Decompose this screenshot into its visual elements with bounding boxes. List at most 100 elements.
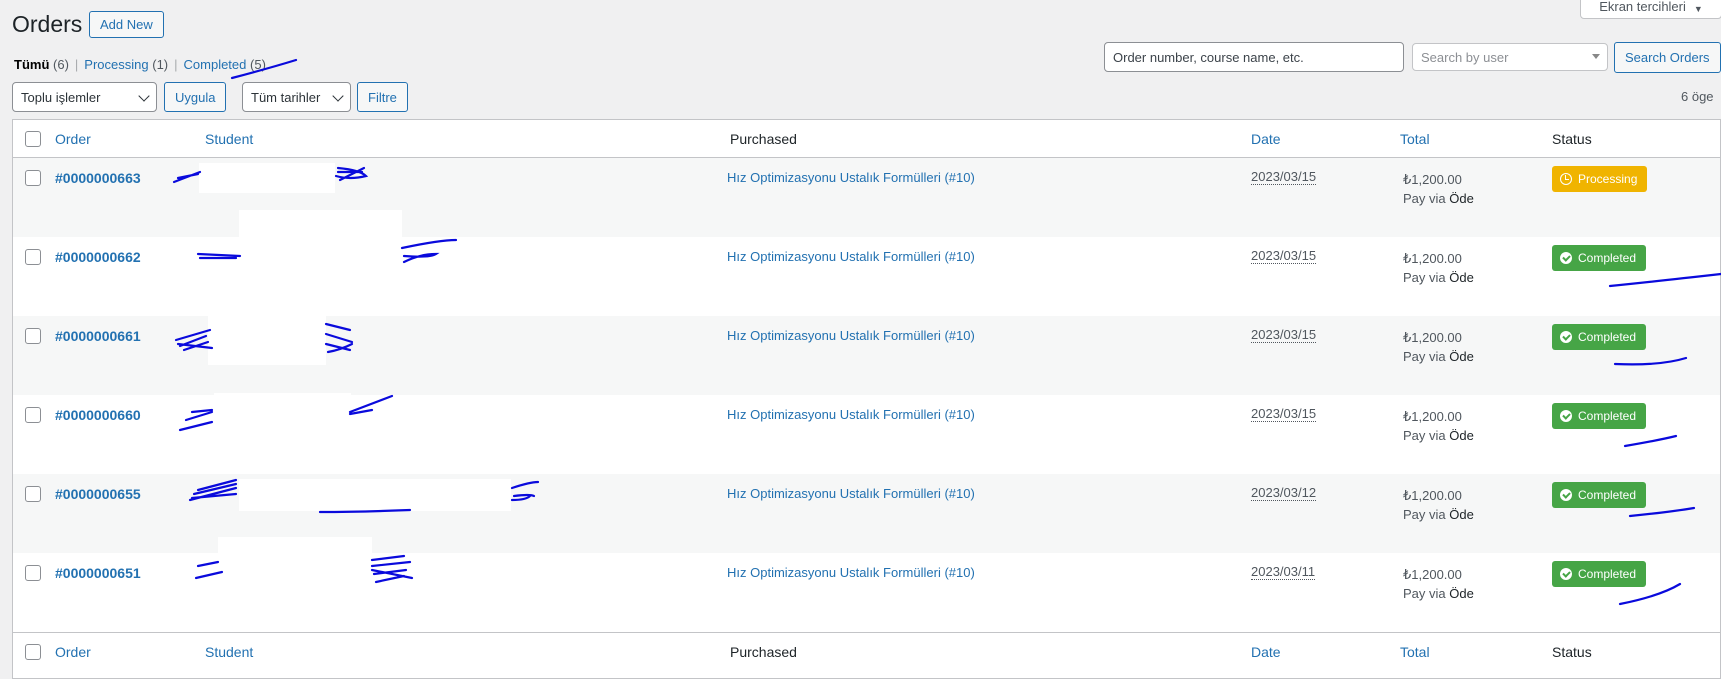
order-amount: ₺1,200.00: [1403, 488, 1462, 503]
order-search-input[interactable]: Order number, course name, etc.: [1104, 42, 1404, 72]
row-checkbox[interactable]: [25, 565, 41, 581]
page-title: Orders: [12, 11, 83, 37]
check-circle-icon: [1560, 410, 1572, 422]
status-label: Completed: [1578, 567, 1637, 581]
filter-processing[interactable]: Processing (1): [84, 57, 168, 72]
filter-button[interactable]: Filtre: [357, 82, 408, 112]
status-label: Completed: [1578, 409, 1637, 423]
redaction-block: [214, 393, 351, 413]
date-filter-value: Tüm tarihler: [251, 89, 321, 105]
search-orders-button[interactable]: Search Orders: [1614, 42, 1721, 73]
chevron-down-icon: [332, 90, 344, 102]
redaction-block: [208, 313, 326, 365]
redaction-block: [218, 537, 372, 589]
column-date-footer[interactable]: Date: [1251, 644, 1281, 660]
order-number-link[interactable]: #0000000663: [55, 170, 141, 186]
order-amount: ₺1,200.00: [1403, 330, 1462, 345]
payment-method: Pay via Öde: [1403, 586, 1474, 601]
status-badge: Completed: [1552, 482, 1647, 508]
user-search-placeholder: Search by user: [1421, 49, 1509, 65]
row-checkbox[interactable]: [25, 486, 41, 502]
check-circle-icon: [1560, 489, 1572, 501]
apply-button[interactable]: Uygula: [164, 82, 227, 112]
caret-down-icon: ▼: [1693, 4, 1703, 14]
item-count: 6 öge: [1681, 89, 1714, 104]
column-date[interactable]: Date: [1251, 131, 1281, 147]
dropdown-arrow-icon: [1592, 54, 1600, 59]
order-total: ₺1,200.00 Pay via Öde: [1403, 249, 1474, 287]
check-circle-icon: [1560, 252, 1572, 264]
check-circle-icon: [1560, 568, 1572, 580]
order-amount: ₺1,200.00: [1403, 409, 1462, 424]
order-number-link[interactable]: #0000000662: [55, 249, 141, 265]
select-all-checkbox-footer[interactable]: [25, 644, 41, 660]
filter-all[interactable]: Tümü (6): [14, 57, 69, 72]
filter-completed[interactable]: Completed (5): [184, 57, 266, 72]
payment-method: Pay via Öde: [1403, 507, 1474, 522]
purchased-course-link[interactable]: Hız Optimizasyonu Ustalık Formülleri (#1…: [727, 328, 975, 343]
column-order-footer[interactable]: Order: [55, 644, 91, 660]
status-badge: Completed: [1552, 324, 1647, 350]
status-filter-links: Tümü (6) | Processing (1) | Completed (5…: [14, 57, 266, 72]
redaction-block: [239, 210, 402, 262]
purchased-course-link[interactable]: Hız Optimizasyonu Ustalık Formülleri (#1…: [727, 170, 975, 185]
payment-method: Pay via Öde: [1403, 349, 1474, 364]
row-checkbox[interactable]: [25, 249, 41, 265]
order-number-link[interactable]: #0000000651: [55, 565, 141, 581]
purchased-course-link[interactable]: Hız Optimizasyonu Ustalık Formülleri (#1…: [727, 249, 975, 264]
check-circle-icon: [1560, 331, 1572, 343]
order-number-link[interactable]: #0000000661: [55, 328, 141, 344]
payment-method: Pay via Öde: [1403, 270, 1474, 285]
column-status-footer: Status: [1552, 644, 1592, 660]
row-checkbox[interactable]: [25, 407, 41, 423]
order-date: 2023/03/15: [1251, 327, 1317, 343]
column-total-footer[interactable]: Total: [1400, 644, 1430, 660]
status-label: Completed: [1578, 251, 1637, 265]
status-badge: Completed: [1552, 403, 1647, 429]
status-badge: Completed: [1552, 561, 1647, 587]
select-all-checkbox[interactable]: [25, 131, 41, 147]
status-badge: Completed: [1552, 245, 1647, 271]
order-date: 2023/03/12: [1251, 485, 1317, 501]
order-search-placeholder: Order number, course name, etc.: [1113, 49, 1304, 65]
column-order[interactable]: Order: [55, 131, 91, 147]
order-date: 2023/03/15: [1251, 248, 1317, 264]
purchased-course-link[interactable]: Hız Optimizasyonu Ustalık Formülleri (#1…: [727, 486, 975, 501]
payment-method: Pay via Öde: [1403, 428, 1474, 443]
order-total: ₺1,200.00 Pay via Öde: [1403, 407, 1474, 445]
column-total[interactable]: Total: [1400, 131, 1430, 147]
filter-separator: |: [174, 57, 178, 72]
status-label: Processing: [1578, 172, 1638, 186]
screen-options-toggle[interactable]: Ekran tercihleri ▼: [1580, 0, 1721, 19]
clock-icon: [1560, 173, 1572, 185]
order-total: ₺1,200.00 Pay via Öde: [1403, 486, 1474, 524]
redaction-block: [199, 163, 335, 193]
order-amount: ₺1,200.00: [1403, 172, 1462, 187]
bulk-actions-select[interactable]: Toplu işlemler: [12, 82, 157, 112]
filter-separator: |: [74, 57, 79, 72]
order-date: 2023/03/15: [1251, 406, 1317, 422]
purchased-course-link[interactable]: Hız Optimizasyonu Ustalık Formülleri (#1…: [727, 407, 975, 422]
status-label: Completed: [1578, 330, 1637, 344]
order-total: ₺1,200.00 Pay via Öde: [1403, 565, 1474, 603]
purchased-course-link[interactable]: Hız Optimizasyonu Ustalık Formülleri (#1…: [727, 565, 975, 580]
order-number-link[interactable]: #0000000655: [55, 486, 141, 502]
payment-method: Pay via Öde: [1403, 191, 1474, 206]
row-checkbox[interactable]: [25, 328, 41, 344]
order-amount: ₺1,200.00: [1403, 251, 1462, 266]
user-search-select[interactable]: Search by user: [1412, 43, 1608, 71]
order-total: ₺1,200.00 Pay via Öde: [1403, 170, 1474, 208]
order-date: 2023/03/15: [1251, 169, 1317, 185]
column-student[interactable]: Student: [205, 131, 253, 147]
date-filter-select[interactable]: Tüm tarihler: [242, 82, 351, 112]
redaction-block: [239, 479, 511, 511]
bulk-actions-value: Toplu işlemler: [21, 89, 101, 105]
add-new-button[interactable]: Add New: [89, 11, 164, 38]
column-student-footer[interactable]: Student: [205, 644, 253, 660]
order-date: 2023/03/11: [1251, 564, 1316, 580]
row-checkbox[interactable]: [25, 170, 41, 186]
order-number-link[interactable]: #0000000660: [55, 407, 141, 423]
order-total: ₺1,200.00 Pay via Öde: [1403, 328, 1474, 366]
status-badge: Processing: [1552, 166, 1648, 192]
screen-options-label: Ekran tercihleri: [1599, 0, 1686, 14]
